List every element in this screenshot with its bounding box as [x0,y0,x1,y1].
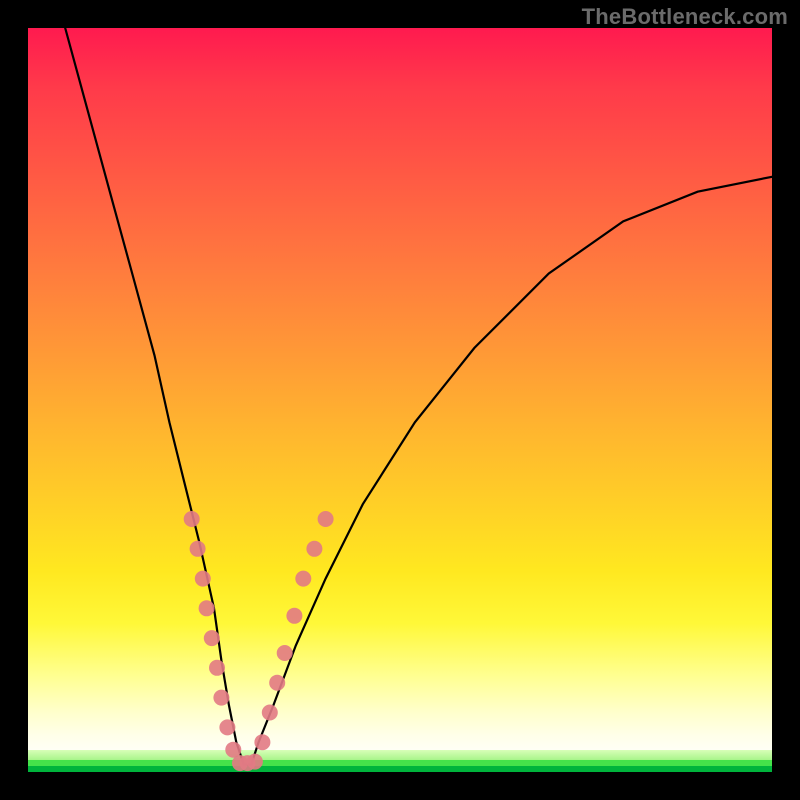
sample-dot [199,600,215,616]
sample-dot [219,719,235,735]
sample-dot [318,511,334,527]
sample-dot [204,630,220,646]
chart-svg [28,28,772,772]
sample-dot [295,571,311,587]
sample-dot [269,675,285,691]
sample-dot [247,754,263,770]
bottleneck-curve-path [65,28,772,765]
sample-dot [184,511,200,527]
sample-dot [286,608,302,624]
app-frame: TheBottleneck.com [0,0,800,800]
sample-dot [306,541,322,557]
sample-dot [277,645,293,661]
sample-dot [213,690,229,706]
attribution-label: TheBottleneck.com [582,4,788,30]
sample-dot [190,541,206,557]
sample-dot [262,705,278,721]
sample-dot [254,734,270,750]
sample-dots-group [184,511,334,771]
sample-dot [209,660,225,676]
sample-dot [195,571,211,587]
